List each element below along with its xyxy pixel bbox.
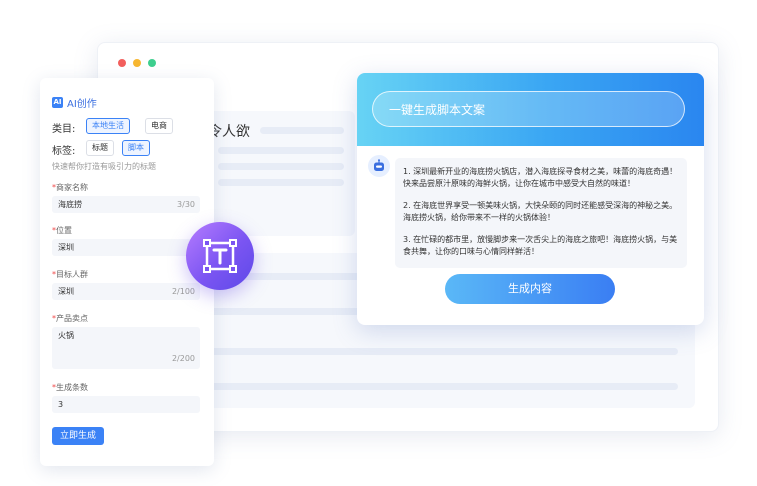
field-label-count: *生成条数 xyxy=(52,383,88,392)
generate-content-button[interactable]: 生成内容 xyxy=(445,274,615,304)
generation-header: 一键生成脚本文案 xyxy=(357,73,704,146)
placeholder-line xyxy=(218,163,344,170)
target-audience-input[interactable]: 深圳 2/100 xyxy=(52,283,200,300)
tag-label: 标签: xyxy=(52,146,76,157)
category-chip-ecommerce[interactable]: 电商 xyxy=(145,118,173,134)
ai-logo-icon: AI xyxy=(52,97,63,108)
tag-chip-title[interactable]: 标题 xyxy=(86,140,114,156)
placeholder-line xyxy=(218,179,344,186)
bot-avatar xyxy=(368,155,390,177)
generation-title-pill: 一键生成脚本文案 xyxy=(372,91,685,127)
brand: AI AI创作 xyxy=(52,95,97,110)
selling-point-textarea[interactable]: 火锅 2/200 xyxy=(52,327,200,369)
tag-chip-script[interactable]: 脚本 xyxy=(122,140,150,156)
field-label-selling-point: *产品卖点 xyxy=(52,314,88,323)
field-label-merchant: *商家名称 xyxy=(52,183,88,192)
generation-count-input[interactable]: 3 xyxy=(52,396,200,413)
ai-creation-panel: AI AI创作 类目: 本地生活 电商 标签: 标题 脚本 快速帮你打造有吸引力… xyxy=(40,78,214,466)
category-label: 类目: xyxy=(52,124,76,135)
brand-title: AI创作 xyxy=(67,99,97,110)
window-maximize-dot[interactable] xyxy=(148,59,156,67)
field-label-location: *位置 xyxy=(52,226,72,235)
hint-text: 快速帮你打造有吸引力的标题 xyxy=(52,162,156,171)
script-generation-card: 一键生成脚本文案 1. 深圳最新开业的海底捞火锅店，潜入海底探寻食材之美，味蕾的… xyxy=(357,73,704,325)
location-input[interactable]: 深圳2/ xyxy=(52,239,200,256)
window-close-dot[interactable] xyxy=(118,59,126,67)
text-tool-icon xyxy=(203,239,237,273)
placeholder-line xyxy=(260,127,344,134)
window-minimize-dot[interactable] xyxy=(133,59,141,67)
field-label-audience: *目标人群 xyxy=(52,270,88,279)
robot-icon xyxy=(374,159,384,171)
placeholder-line xyxy=(158,348,678,355)
script-item: 3. 在忙碌的都市里，放慢脚步来一次舌尖上的海底之旅吧！海底捞火锅，与美食共舞，… xyxy=(403,235,678,256)
text-tool-badge xyxy=(186,222,254,290)
background-text: 令人欲 xyxy=(208,124,250,140)
placeholder-line xyxy=(218,147,344,154)
generate-now-button[interactable]: 立即生成 xyxy=(52,427,105,445)
script-item: 1. 深圳最新开业的海底捞火锅店，潜入海底探寻食材之美，味蕾的海底奇遇！快来品尝… xyxy=(403,167,678,188)
script-item: 2. 在海底世界享受一顿美味火锅，大快朵颐的同时还能感受深海的神秘之美。海底捞火… xyxy=(403,201,678,222)
placeholder-line xyxy=(158,383,678,390)
generation-title: 一键生成脚本文案 xyxy=(389,103,486,117)
merchant-name-input[interactable]: 海底捞 3/30 xyxy=(52,196,200,213)
category-chip-local[interactable]: 本地生活 xyxy=(86,118,130,134)
generated-script-message: 1. 深圳最新开业的海底捞火锅店，潜入海底探寻食材之美，味蕾的海底奇遇！快来品尝… xyxy=(395,158,687,268)
